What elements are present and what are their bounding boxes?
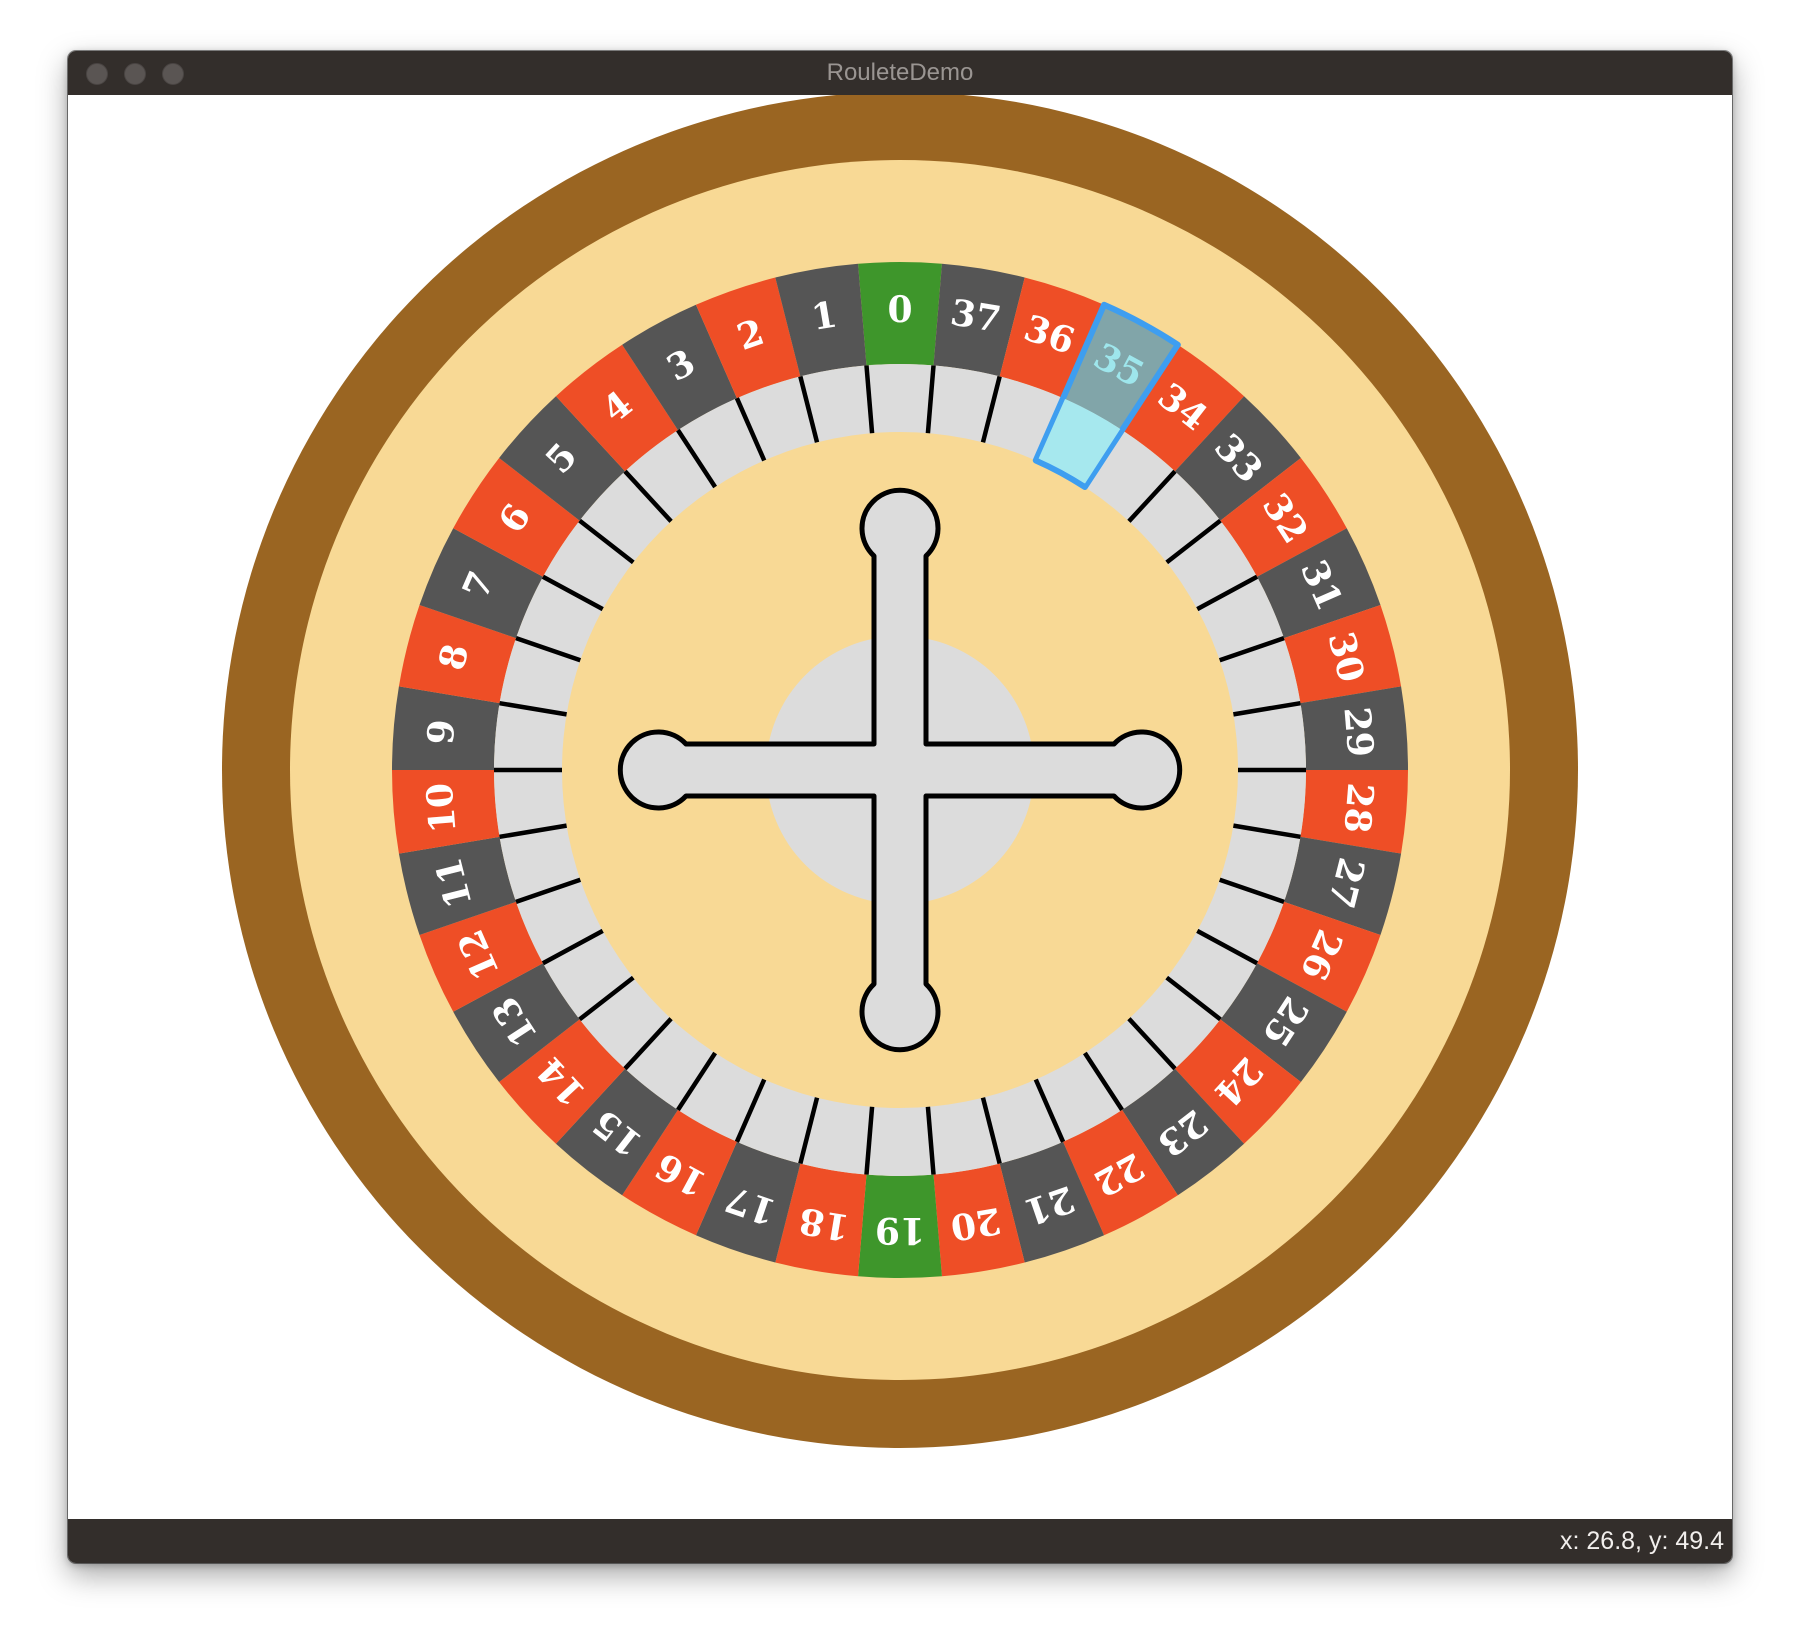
pocket-label-0: 0	[887, 289, 912, 331]
pocket-label-19: 19	[875, 1209, 925, 1251]
pocket-label-29: 29	[1335, 705, 1381, 758]
pocket-label-18: 18	[796, 1199, 852, 1249]
title-bar: RouleteDemo	[68, 51, 1732, 95]
status-bar: x: 26.8, y: 49.4	[68, 1519, 1732, 1563]
roulette-canvas[interactable]: 0 37 36 35 34 33 32 31 30 29 28 27 26 25 24 23 22 21 20 19 1…	[68, 95, 1732, 1519]
window-title: RouleteDemo	[826, 59, 974, 86]
app-window: RouleteDemo 0 37 36 35 34 33 32 31 30 29 28 27 26 25 2…	[68, 51, 1732, 1563]
pocket-label-20: 20	[948, 1199, 1004, 1249]
pocket-label-28: 28	[1335, 781, 1381, 834]
pocket-label-37: 37	[948, 291, 1004, 341]
pocket-label-9: 9	[420, 718, 464, 746]
roulette-wheel[interactable]: 0 37 3635343332313029282726252423222120191…	[68, 95, 1732, 1519]
cursor-coordinates: x: 26.8, y: 49.4	[1560, 1527, 1724, 1555]
pocket-label-10: 10	[419, 781, 465, 834]
